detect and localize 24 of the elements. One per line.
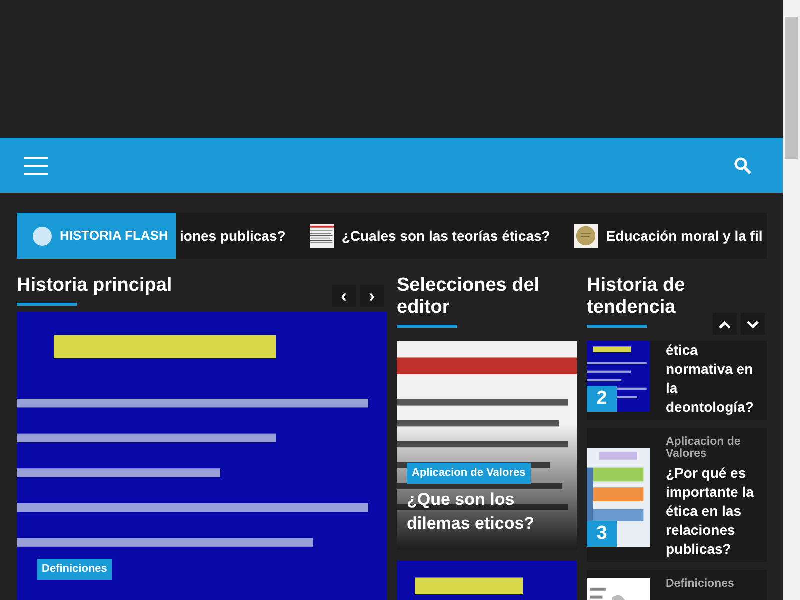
rank-badge: 3: [587, 521, 617, 547]
up-button[interactable]: [713, 313, 737, 335]
post-title[interactable]: ¿Por qué es importante la ética en las relaciones publicas?: [666, 464, 761, 559]
section-heading: Historia de tendencia: [587, 275, 686, 319]
post-title[interactable]: ética normativa en la deontología?: [666, 341, 761, 417]
scrollbar[interactable]: [783, 0, 800, 600]
ticker-label-text: HISTORIA FLASH: [60, 227, 168, 246]
search-icon[interactable]: [734, 157, 751, 174]
previous-button[interactable]: ‹: [332, 285, 356, 307]
down-button[interactable]: [741, 313, 765, 335]
rank-badge: 2: [587, 386, 617, 412]
category-link[interactable]: Definiciones: [666, 578, 761, 590]
dot-icon: [33, 226, 52, 246]
ticker-link[interactable]: ¿Cuales son las teorías éticas?: [342, 226, 550, 246]
post-title[interactable]: ¿Que son los dilemas eticos?: [407, 488, 569, 536]
ticker-link[interactable]: Educación moral y la fil: [606, 226, 763, 246]
category-link[interactable]: Aplicacion de Valores: [666, 436, 761, 460]
chevron-down-icon: [747, 321, 759, 330]
ticker-link[interactable]: iones publicas?: [180, 226, 286, 246]
next-button[interactable]: ›: [360, 285, 384, 307]
menu-icon[interactable]: [24, 156, 48, 174]
section-heading: Selecciones del editor: [397, 275, 541, 319]
chevron-up-icon: [719, 321, 731, 330]
section-heading: Historia principal: [17, 275, 172, 297]
